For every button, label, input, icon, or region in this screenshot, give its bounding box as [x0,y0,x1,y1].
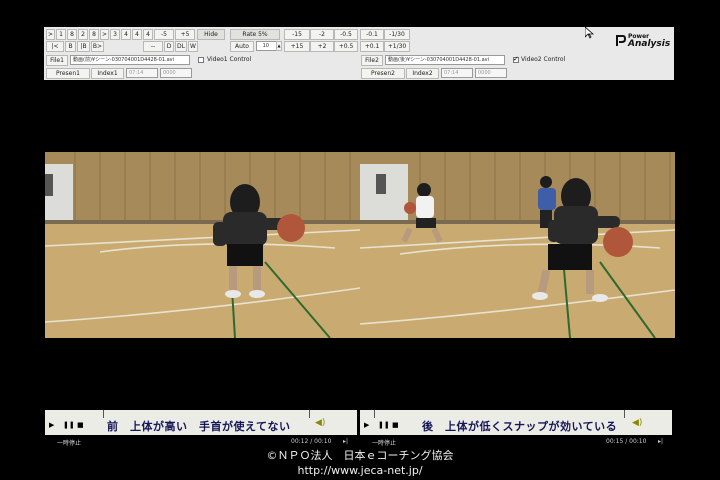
step-minus-frame-button[interactable]: -1/30 [384,29,410,40]
presen2-button[interactable]: Presen2 [361,68,405,79]
forward-b-button[interactable]: > [100,29,109,40]
minus-5-button[interactable]: -5 [154,29,174,40]
step-plus-01-button[interactable]: +0.1 [360,41,384,52]
video2-control-checkbox[interactable] [513,55,519,63]
player1-time: 00:12 / 00:10 [291,438,332,445]
player1-bar: ▶ ❚❚ ■ 前 上体が高い 手首が使えてない ◀) [45,410,357,435]
pause-icon[interactable]: ❚❚ [378,422,390,429]
control-panel: > 1 8 2 8 > 3 4 4 4 -5 +5 |< B |B B> -- … [44,27,674,80]
index1-button[interactable]: Index1 [91,68,124,79]
stop-icon[interactable]: ■ [392,422,399,429]
back-frame-button[interactable]: |B [77,41,90,52]
index2-button[interactable]: Index2 [406,68,439,79]
file2-button[interactable]: File2 [361,55,383,66]
step-minus-01-button[interactable]: -0.1 [360,29,384,40]
spin-arrows-icon[interactable]: ▲ [276,41,282,51]
dash-button[interactable]: -- [143,41,163,52]
website-url: http://www.jeca-net.jp/ [297,464,423,477]
step-minus-05-button[interactable]: -0.5 [334,29,358,40]
time1-field[interactable]: 07:14 [126,68,158,78]
play-forward-button[interactable]: > [46,29,55,40]
time1-extra-field[interactable]: 0000 [160,68,192,78]
mouse-cursor-icon [585,27,594,39]
stop-icon[interactable]: ■ [77,422,84,429]
pause-icon[interactable]: ❚❚ [63,422,75,429]
next-frame-button[interactable]: B> [91,41,104,52]
play-icon[interactable]: ▶ [49,422,54,429]
presen1-button[interactable]: Presen1 [46,68,90,79]
logo-mark-icon [616,35,626,46]
video2-control-label: Video2 Control [521,56,566,63]
logo-line2: Analysis [628,39,671,49]
hide-button[interactable]: Hide [197,29,225,40]
frame-input[interactable]: 10 [256,41,278,51]
step-plus-15-button[interactable]: +15 [284,41,310,52]
step-4b-button[interactable]: 4 [132,29,142,40]
seek-start-marker [103,410,104,418]
time2-extra-field[interactable]: 0000 [475,68,507,78]
back-button[interactable]: B [65,41,76,52]
player1-status: 一時停止 [57,440,82,447]
player1-caption: 前 上体が高い 手首が使えてない [107,420,291,433]
rate-button[interactable]: Rate 5% [230,29,280,40]
step-minus-15-button[interactable]: -15 [284,29,310,40]
video1-control-label: Video1 Control [207,56,252,63]
step-4-button[interactable]: 4 [121,29,131,40]
auto-button[interactable]: Auto [230,41,254,52]
step-8b-button[interactable]: 8 [89,29,99,40]
step-2-button[interactable]: 2 [78,29,88,40]
play-icon[interactable]: ▶ [364,422,369,429]
video1-control-checkbox[interactable] [198,57,204,63]
player1: ▶ ❚❚ ■ 前 上体が高い 手首が使えてない ◀) 一時停止 00:12 / … [45,410,357,447]
copyright-text: ©ＮＰＯ法人 日本ｅコーチング協会 [266,449,454,462]
player2-time: 00:15 / 00:10 [606,438,647,445]
step-plus-05-button[interactable]: +0.5 [334,41,358,52]
file2-path-field[interactable]: 動画(後)¥シーン-030704001D4428-01.avi [385,55,505,65]
time2-field[interactable]: 07:14 [441,68,473,78]
volume-icon[interactable]: ◀) [632,418,642,428]
player2: ▶ ❚❚ ■ 後 上体が低くスナップが効いている ◀) 一時停止 00:15 /… [360,410,672,447]
step-4c-button[interactable]: 4 [143,29,153,40]
step-8-button[interactable]: 8 [67,29,77,40]
go-start-button[interactable]: |< [46,41,64,52]
power-analysis-logo: Power Analysis [616,33,674,51]
file1-path-field[interactable]: 動画(前)¥シーン-030704001D4428-01.avi [70,55,190,65]
dl-button[interactable]: DL [175,41,187,52]
video1-frame[interactable] [45,152,360,338]
player2-status: 一時停止 [372,440,397,447]
step-3-button[interactable]: 3 [110,29,120,40]
video2-frame[interactable] [360,152,675,338]
step-minus-2-button[interactable]: -2 [310,29,334,40]
gym-scene-before-image [45,152,360,338]
w-button[interactable]: W [188,41,198,52]
volume-icon[interactable]: ◀) [315,418,325,428]
player1-end-icon[interactable]: ▸| [343,438,348,445]
step-1-button[interactable]: 1 [56,29,66,40]
player2-end-icon[interactable]: ▸| [658,438,663,445]
player2-caption: 後 上体が低くスナップが効いている [422,420,618,433]
seek-end-marker [624,410,625,418]
plus-5-button[interactable]: +5 [175,29,195,40]
file1-button[interactable]: File1 [46,55,68,66]
step-plus-2-button[interactable]: +2 [310,41,334,52]
seek-end-marker [309,410,310,418]
step-plus-frame-button[interactable]: +1/30 [384,41,410,52]
player2-bar: ▶ ❚❚ ■ 後 上体が低くスナップが効いている ◀) [360,410,672,435]
seek-start-marker [374,410,375,418]
gym-scene-after-image [360,152,675,338]
d-button[interactable]: D [164,41,174,52]
